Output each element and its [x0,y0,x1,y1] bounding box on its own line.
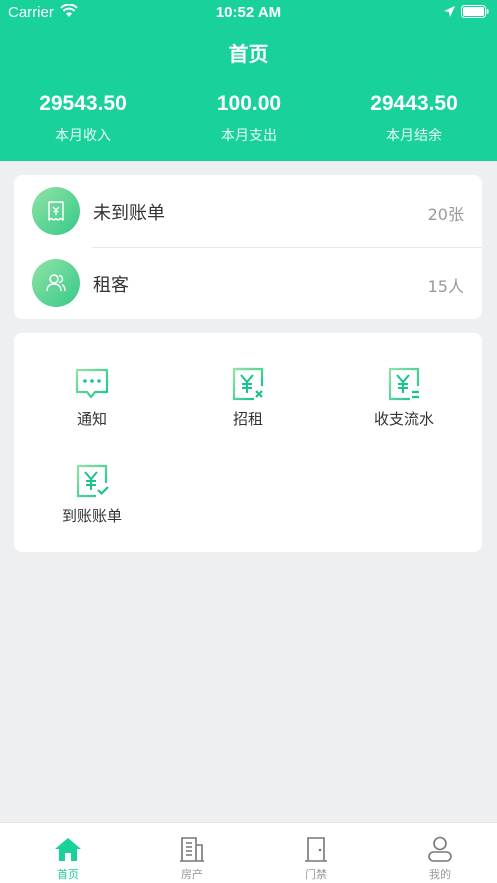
list-item-tenants[interactable]: 租客 15人 [14,247,482,319]
clock: 10:52 AM [215,4,282,21]
action-rent-out-label: 招租 [232,410,263,428]
battery-icon [461,5,489,18]
unpaid-bills-label: 未到账单 [93,203,165,224]
tenants-count: 15人 [427,277,464,296]
stat-balance-label: 本月结余 [386,128,442,144]
message-icon [75,368,109,399]
list-item-unpaid-bills[interactable]: 未到账单 20张 [14,175,482,247]
tab-bar: 首页 房产 门禁 我的 [0,822,497,883]
status-bar: Carrier 10:52 AM [0,0,497,26]
tab-home[interactable]: 首页 [6,823,130,883]
action-cash-flow-label: 收支流水 [373,410,434,428]
action-rent-out[interactable]: 招租 [170,366,326,456]
receipt-icon [32,187,80,235]
tenants-label: 租客 [93,275,129,296]
yuan-cancel-icon [232,367,264,401]
stat-income-label: 本月收入 [55,128,111,144]
stat-income[interactable]: 29543.50 本月收入 [0,92,166,145]
actions-card: 通知 招租 收支流水 到账账单 [14,333,482,552]
tab-property[interactable]: 房产 [130,823,254,883]
action-notice-label: 通知 [76,410,107,428]
door-icon [305,837,327,862]
profile-icon [428,836,452,862]
stat-income-value: 29543.50 [39,92,127,115]
action-received-bills-label: 到账账单 [61,507,122,525]
action-notice[interactable]: 通知 [14,366,170,456]
action-cash-flow[interactable]: 收支流水 [326,366,482,456]
location-arrow-icon [444,6,455,17]
stat-expense-label: 本月支出 [221,128,277,144]
stat-expense-value: 100.00 [216,92,282,115]
header: Carrier 10:52 AM 首页 29543.50 本月收入 100.00… [0,0,497,161]
action-received-bills[interactable]: 到账账单 [14,463,170,553]
stat-balance[interactable]: 29443.50 本月结余 [331,92,497,145]
unpaid-bills-count: 20张 [427,205,464,224]
building-icon [180,837,204,862]
tab-home-label: 首页 [57,868,79,881]
tab-access-control-label: 门禁 [305,868,327,881]
tab-mine[interactable]: 我的 [378,823,497,883]
users-icon [32,259,80,307]
summary-card: 未到账单 20张 租客 15人 [14,175,482,319]
page-title: 首页 [228,42,269,66]
yuan-flow-icon [388,367,420,401]
stat-balance-value: 29443.50 [370,92,458,115]
tab-property-label: 房产 [181,868,203,881]
stat-expense[interactable]: 100.00 本月支出 [166,92,332,145]
tab-mine-label: 我的 [429,868,451,881]
yuan-check-icon [76,464,109,498]
home-icon [55,838,81,861]
tab-access-control[interactable]: 门禁 [254,823,378,883]
